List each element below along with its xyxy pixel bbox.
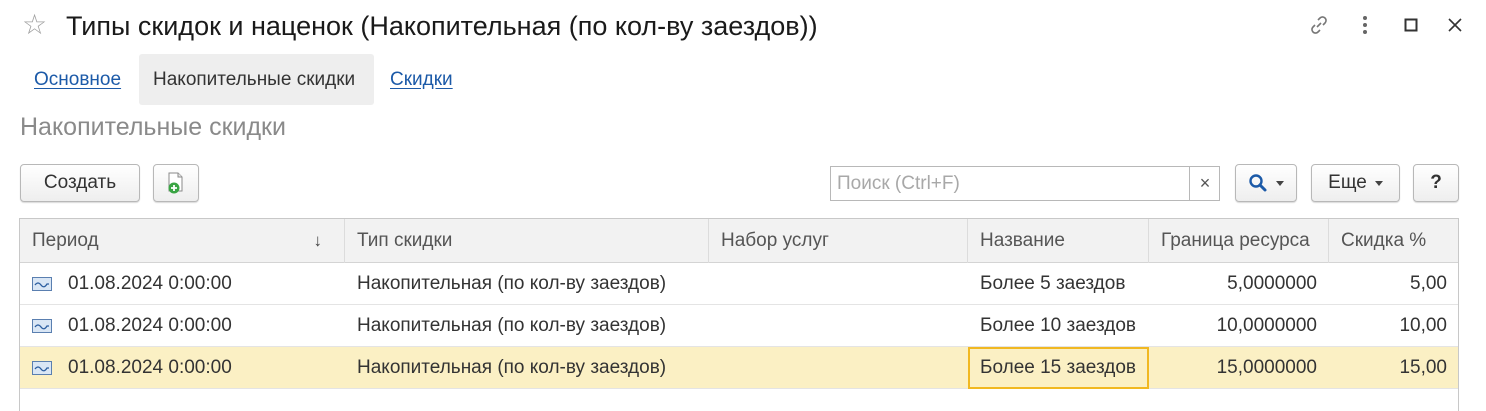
star-icon[interactable]: ☆ — [22, 10, 47, 40]
search-box: × — [830, 166, 1220, 201]
accumulative-discounts-table: Период ↓ Тип скидки Набор услуг Название… — [19, 218, 1459, 411]
add-document-button[interactable] — [153, 164, 199, 202]
column-header-name[interactable]: Название — [968, 219, 1149, 263]
cell-period[interactable]: 01.08.2024 0:00:00 — [20, 263, 345, 305]
cell-discount-type[interactable]: Накопительная (по кол-ву заездов) — [345, 305, 709, 347]
cell-name[interactable]: Более 10 заездов — [968, 305, 1149, 347]
cell-discount-percent[interactable]: 10,00 — [1329, 305, 1459, 347]
add-document-icon — [168, 172, 183, 194]
cell-name-focused[interactable]: Более 15 заездов — [968, 347, 1149, 389]
help-button[interactable]: ? — [1413, 164, 1459, 202]
table-row[interactable]: 01.08.2024 0:00:00 Накопительная (по кол… — [20, 305, 1458, 347]
cell-resource-limit[interactable]: 5,0000000 — [1149, 263, 1329, 305]
maximize-icon[interactable] — [1398, 12, 1424, 38]
cell-service-set[interactable] — [709, 347, 968, 389]
table-header: Период ↓ Тип скидки Набор услуг Название… — [20, 219, 1458, 263]
search-icon — [1249, 174, 1267, 192]
table-row[interactable]: 01.08.2024 0:00:00 Накопительная (по кол… — [20, 263, 1458, 305]
more-button[interactable]: Еще — [1311, 164, 1400, 202]
search-button[interactable] — [1235, 164, 1297, 202]
create-button[interactable]: Создать — [20, 164, 140, 202]
cell-discount-type[interactable]: Накопительная (по кол-ву заездов) — [345, 347, 709, 389]
more-button-label: Еще — [1328, 172, 1367, 193]
cell-resource-limit[interactable]: 15,0000000 — [1149, 347, 1329, 389]
chevron-down-icon — [1276, 180, 1284, 186]
record-icon — [32, 361, 52, 375]
chevron-down-icon — [1374, 180, 1383, 186]
cell-service-set[interactable] — [709, 305, 968, 347]
link-icon[interactable] — [1306, 12, 1332, 38]
column-header-discount-type[interactable]: Тип скидки — [345, 219, 709, 263]
column-header-discount-percent[interactable]: Скидка % — [1329, 219, 1459, 263]
tab-accumulative-discounts[interactable]: Накопительные скидки — [139, 54, 374, 105]
clear-search-button[interactable]: × — [1189, 167, 1220, 200]
tab-main[interactable]: Основное — [34, 54, 121, 105]
column-header-period[interactable]: Период ↓ — [20, 219, 345, 263]
cell-service-set[interactable] — [709, 263, 968, 305]
cell-resource-limit[interactable]: 10,0000000 — [1149, 305, 1329, 347]
table-row-selected[interactable]: 01.08.2024 0:00:00 Накопительная (по кол… — [20, 347, 1458, 389]
record-icon — [32, 277, 52, 291]
column-header-resource-limit[interactable]: Граница ресурса — [1149, 219, 1329, 263]
cell-period[interactable]: 01.08.2024 0:00:00 — [20, 347, 345, 389]
close-icon[interactable] — [1442, 12, 1468, 38]
column-header-service-set[interactable]: Набор услуг — [709, 219, 968, 263]
cell-period[interactable]: 01.08.2024 0:00:00 — [20, 305, 345, 347]
cell-discount-percent[interactable]: 5,00 — [1329, 263, 1459, 305]
cell-discount-type[interactable]: Накопительная (по кол-ву заездов) — [345, 263, 709, 305]
search-input[interactable] — [831, 167, 1189, 200]
more-vertical-icon[interactable] — [1352, 12, 1378, 38]
title-bar: ☆ Типы скидок и наценок (Накопительная (… — [0, 0, 1486, 52]
record-icon — [32, 319, 52, 333]
cell-discount-percent[interactable]: 15,00 — [1329, 347, 1459, 389]
tab-discounts[interactable]: Скидки — [390, 54, 453, 105]
section-title: Накопительные скидки — [20, 113, 286, 141]
window-title: Типы скидок и наценок (Накопительная (по… — [66, 11, 818, 41]
cell-name[interactable]: Более 5 заездов — [968, 263, 1149, 305]
sort-down-icon: ↓ — [313, 231, 323, 250]
